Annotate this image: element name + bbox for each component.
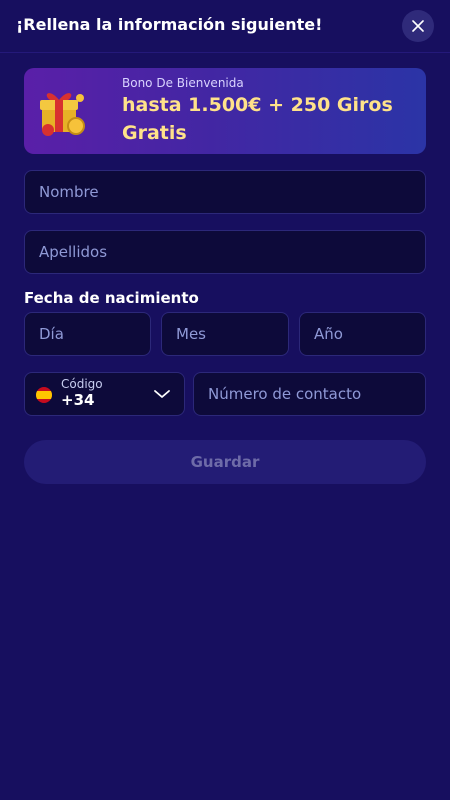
registration-modal: ¡Rellena la información siguiente! Bono … xyxy=(0,0,450,800)
modal-title: ¡Rellena la información siguiente! xyxy=(16,15,323,34)
chevron-down-icon xyxy=(154,390,170,398)
birth-day-field[interactable] xyxy=(24,312,151,356)
birth-year-field[interactable] xyxy=(299,312,426,356)
birth-month-field[interactable] xyxy=(161,312,289,356)
close-button[interactable] xyxy=(402,10,434,42)
spain-flag-icon xyxy=(36,387,52,403)
welcome-bonus-banner: Bono De Bienvenida hasta 1.500€ + 250 Gi… xyxy=(24,68,426,154)
last-name-field[interactable] xyxy=(24,230,426,274)
country-code-value: +34 xyxy=(61,391,95,409)
modal-header: ¡Rellena la información siguiente! xyxy=(0,0,450,53)
close-icon xyxy=(412,20,424,32)
first-name-field[interactable] xyxy=(24,170,426,214)
gift-box-icon xyxy=(40,93,85,136)
phone-number-field[interactable] xyxy=(193,372,426,416)
bonus-subtitle: Bono De Bienvenida xyxy=(122,76,244,90)
bonus-headline: hasta 1.500€ + 250 Giros Gratis xyxy=(122,94,393,144)
country-code-label: Código xyxy=(61,377,103,391)
save-button[interactable]: Guardar xyxy=(24,440,426,484)
birthdate-label: Fecha de nacimiento xyxy=(24,289,199,307)
country-code-select[interactable]: Código +34 xyxy=(24,372,185,416)
